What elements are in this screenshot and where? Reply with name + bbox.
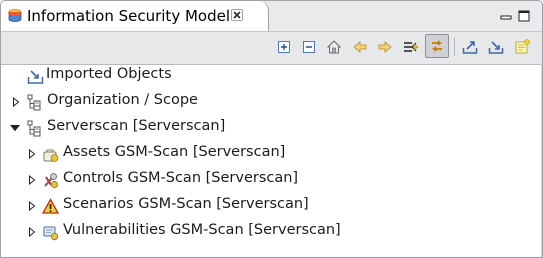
tree-item-label: Controls GSM-Scan [Serverscan] [63, 170, 299, 186]
view-toolbar [1, 31, 542, 65]
link-with-editor-icon [431, 40, 443, 52]
information-security-model-view: Information Security Model Imported Obje… [0, 0, 543, 258]
tree-item-label: Assets GSM-Scan [Serverscan] [63, 144, 286, 160]
scenarios-warning-icon [42, 198, 59, 214]
chevron-right-icon[interactable] [27, 227, 37, 237]
tree-item-imported-objects[interactable]: Imported Objects [1, 64, 542, 88]
model-tree: Imported Objects Organization / Scope Se… [1, 64, 542, 257]
tree-item-organization-scope[interactable]: Organization / Scope [1, 90, 542, 114]
vulnerabilities-group-icon [43, 226, 59, 241]
controls-group-icon [44, 173, 59, 189]
organization-tree-icon [27, 94, 41, 111]
minimize-icon[interactable] [499, 9, 513, 23]
collapse-all-icon[interactable] [301, 39, 317, 55]
maximize-icon[interactable] [517, 9, 531, 23]
imported-objects-icon [27, 70, 44, 84]
forward-arrow-icon[interactable] [377, 39, 393, 55]
view-title-bar: Information Security Model [1, 1, 542, 31]
chevron-right-icon[interactable] [27, 149, 37, 159]
home-icon[interactable] [326, 39, 342, 55]
chevron-right-icon[interactable] [11, 97, 21, 107]
chevron-right-icon[interactable] [27, 201, 37, 211]
tree-item-label: Vulnerabilities GSM-Scan [Serverscan] [63, 222, 341, 238]
tree-item-label: Organization / Scope [47, 92, 198, 108]
chevron-right-icon[interactable] [27, 175, 37, 185]
view-tab[interactable]: Information Security Model [1, 1, 269, 31]
tree-item-assets[interactable]: Assets GSM-Scan [Serverscan] [1, 142, 542, 166]
export-icon[interactable] [462, 39, 478, 55]
tree-item-serverscan[interactable]: Serverscan [Serverscan] [1, 116, 542, 140]
view-title: Information Security Model [27, 7, 230, 25]
vertical-scrollbar-edge [541, 64, 542, 257]
tree-item-label: Scenarios GSM-Scan [Serverscan] [63, 196, 309, 212]
tree-item-scenarios[interactable]: Scenarios GSM-Scan [Serverscan] [1, 194, 542, 218]
assets-group-icon [43, 149, 59, 162]
back-arrow-icon[interactable] [352, 39, 368, 55]
new-note-icon[interactable] [514, 39, 530, 55]
chevron-down-icon[interactable] [10, 123, 20, 133]
organization-tree-icon [27, 120, 41, 137]
database-model-icon [8, 9, 22, 22]
toolbar-separator [454, 38, 455, 56]
tree-item-controls[interactable]: Controls GSM-Scan [Serverscan] [1, 168, 542, 192]
expand-all-icon[interactable] [276, 39, 292, 55]
tree-item-vulnerabilities[interactable]: Vulnerabilities GSM-Scan [Serverscan] [1, 220, 542, 244]
close-icon[interactable] [231, 9, 243, 21]
filter-icon[interactable] [403, 39, 419, 55]
tree-item-label: Serverscan [Serverscan] [47, 118, 226, 134]
link-with-editor-button[interactable] [425, 34, 449, 58]
tree-item-label: Imported Objects [46, 66, 172, 82]
import-icon[interactable] [488, 39, 504, 55]
